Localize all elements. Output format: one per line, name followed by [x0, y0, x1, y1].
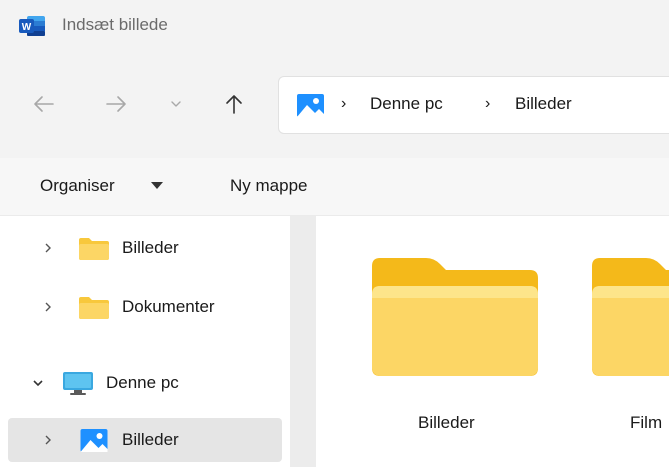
address-bar[interactable]: › Denne pc › Billeder — [278, 76, 669, 134]
navigation-pane: Billeder Dokumenter Denne pc Billeder — [0, 216, 290, 467]
sidebar-item-denne-pc[interactable]: Denne pc — [8, 361, 282, 405]
file-list: Billeder Film — [316, 216, 669, 467]
sidebar-item-label: Dokumenter — [122, 297, 215, 316]
up-button[interactable] — [216, 86, 252, 122]
expand-chevron-icon[interactable] — [38, 226, 58, 270]
sidebar-item-billeder-pc[interactable]: Billeder — [8, 418, 282, 462]
arrow-right-icon — [106, 96, 126, 112]
arrow-left-icon — [34, 96, 54, 112]
pane-divider[interactable] — [290, 216, 316, 467]
breadcrumb-separator-icon: › — [341, 95, 347, 112]
pictures-icon — [297, 94, 324, 117]
folder-tile-label: Billeder — [418, 413, 475, 432]
title-bar: W Indsæt billede — [0, 0, 669, 54]
sidebar-item-label: Billeder — [122, 430, 179, 449]
sidebar-item-dokumenter[interactable]: Dokumenter — [8, 285, 282, 329]
navigation-bar: › Denne pc › Billeder — [0, 54, 669, 158]
folder-icon — [79, 297, 109, 319]
new-folder-button[interactable]: Ny mappe — [230, 176, 307, 196]
window-title: Indsæt billede — [62, 15, 168, 34]
word-icon: W — [19, 16, 45, 36]
folder-icon — [592, 258, 669, 376]
svg-text:W: W — [22, 22, 32, 33]
collapse-chevron-icon[interactable] — [28, 361, 48, 405]
caret-down-icon — [151, 182, 163, 189]
pictures-icon — [80, 429, 108, 452]
sidebar-item-label: Billeder — [122, 238, 179, 257]
folder-icon — [79, 238, 109, 260]
back-button[interactable] — [26, 86, 62, 122]
folder-tile-label: Film — [630, 413, 663, 432]
sidebar-item-billeder[interactable]: Billeder — [8, 226, 282, 270]
recent-locations-button[interactable] — [158, 86, 194, 122]
command-bar: Organiser Ny mappe — [0, 158, 669, 216]
arrow-up-icon — [226, 95, 242, 114]
forward-button[interactable] — [98, 86, 134, 122]
computer-icon — [63, 372, 93, 395]
folder-icon — [372, 258, 538, 376]
chevron-down-icon — [171, 101, 181, 107]
breadcrumb-separator-icon: › — [485, 95, 491, 112]
breadcrumb-denne-pc[interactable]: Denne pc — [370, 94, 443, 114]
sidebar-item-label: Denne pc — [106, 373, 179, 392]
organize-button[interactable]: Organiser — [40, 176, 115, 196]
breadcrumb-billeder[interactable]: Billeder — [515, 94, 572, 114]
expand-chevron-icon[interactable] — [38, 418, 58, 462]
expand-chevron-icon[interactable] — [38, 285, 58, 329]
